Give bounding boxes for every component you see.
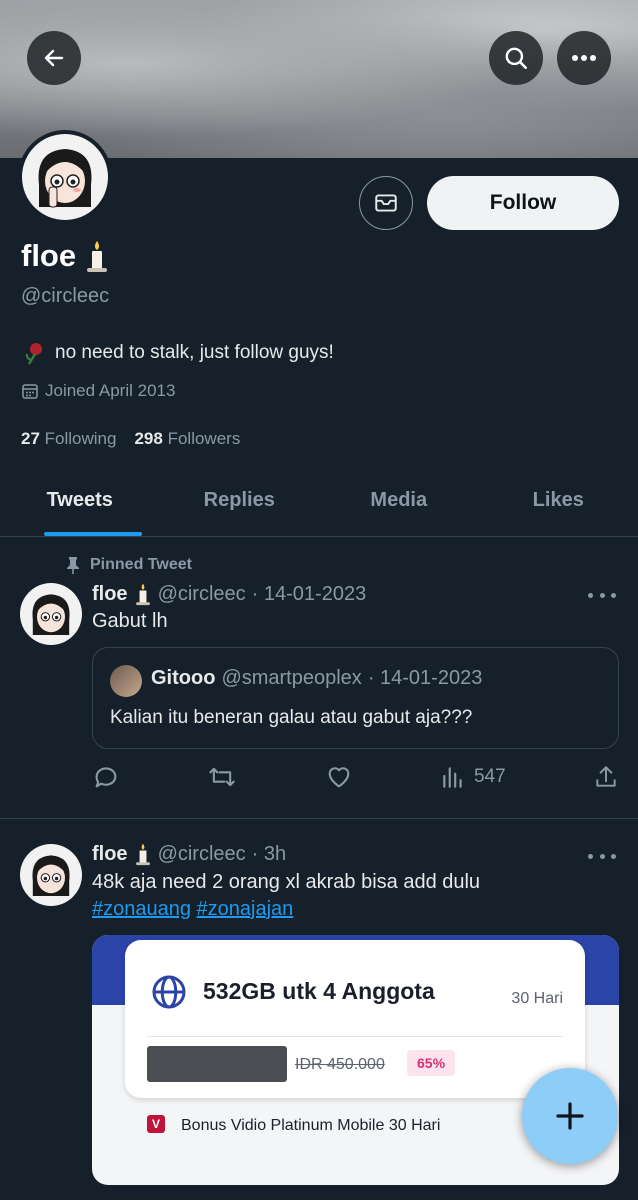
tweet-header: floe @circleec · 3h (92, 842, 286, 866)
envelope-icon (375, 194, 397, 212)
bonus-text: Bonus Vidio Platinum Mobile 30 Hari (181, 1117, 441, 1134)
more-icon (572, 55, 596, 61)
views-button[interactable]: 547 (440, 764, 506, 790)
tab-tweets[interactable]: Tweets (0, 465, 160, 536)
tweet-author-name[interactable]: floe (92, 583, 128, 606)
quoted-tweet[interactable]: Gitooo @smartpeoplex · 14-01-2023 Kalian… (92, 647, 619, 749)
tab-likes[interactable]: Likes (479, 465, 638, 536)
search-button[interactable] (489, 31, 543, 85)
tweet-avatar[interactable] (20, 844, 82, 906)
profile-banner[interactable] (0, 0, 638, 158)
tab-media[interactable]: Media (319, 465, 479, 536)
followers-label: Followers (167, 429, 241, 448)
discount-badge: 65% (407, 1050, 456, 1076)
tweet-more-button[interactable] (588, 846, 616, 866)
joined-text: Joined April 2013 (45, 381, 176, 400)
tweet-more-button[interactable] (588, 585, 616, 605)
avatar-illustration (32, 855, 70, 896)
tweet-text: Gabut lh (92, 610, 168, 632)
retweet-button[interactable] (207, 763, 237, 791)
redacted-price (147, 1046, 287, 1082)
followers-link[interactable]: 298 Followers (134, 429, 240, 449)
retweet-icon (209, 767, 236, 787)
tweet-actions: 547 (92, 759, 619, 795)
following-link[interactable]: 27 Following (21, 429, 116, 449)
like-button[interactable] (325, 763, 353, 791)
globe-icon (152, 975, 186, 1009)
followers-count: 298 (134, 429, 163, 448)
joined-date: Joined April 2013 (21, 381, 175, 401)
plus-icon (556, 1102, 584, 1130)
rose-icon (25, 343, 42, 365)
message-button[interactable] (359, 176, 413, 230)
share-icon (596, 766, 616, 787)
candle-icon (135, 843, 150, 866)
reply-button[interactable] (92, 763, 120, 791)
quoted-header: Gitooo @smartpeoplex · 14-01-2023 (151, 667, 482, 690)
package-duration: 30 Hari (511, 990, 563, 1007)
back-arrow-icon (44, 49, 64, 67)
views-icon (443, 767, 462, 788)
candle-icon (87, 241, 108, 272)
bio-text: no need to stalk, just follow guys! (55, 342, 334, 363)
tweet-time: · 3h (251, 842, 287, 865)
hashtag-link[interactable]: #zonauang (92, 898, 191, 920)
heart-icon (328, 767, 350, 788)
follow-button[interactable]: Follow (427, 176, 619, 230)
tweet-date: · 14-01-2023 (251, 582, 367, 605)
tweet-header: floe @circleec · 14-01-2023 (92, 582, 366, 606)
tweet-author-name[interactable]: floe (92, 843, 128, 866)
candle-icon (135, 583, 150, 606)
tweet-avatar[interactable] (20, 583, 82, 645)
avatar-illustration (38, 149, 92, 208)
profile-handle: @circleec (21, 285, 110, 307)
pinned-tweet[interactable]: Pinned Tweet floe @circleec · 14-01-2023… (0, 537, 638, 819)
tweet-text: 48k aja need 2 orang xl akrab bisa add d… (92, 869, 480, 923)
pinned-label: Pinned Tweet (90, 556, 192, 573)
profile-name: floe (21, 238, 77, 273)
calendar-icon (22, 384, 38, 399)
following-label: Following (44, 429, 117, 448)
profile-avatar[interactable] (18, 130, 112, 224)
hashtag-link[interactable]: #zonajajan (197, 898, 294, 920)
compose-tweet-button[interactable] (522, 1068, 618, 1164)
old-price: IDR 450.000 (295, 1056, 385, 1073)
tab-replies[interactable]: Replies (160, 465, 320, 536)
quoted-avatar (110, 665, 142, 697)
vidio-logo-icon: V (147, 1115, 165, 1133)
profile-tabs: Tweets Replies Media Likes (0, 465, 638, 537)
profile-bio: no need to stalk, just follow guys! (21, 340, 334, 366)
back-button[interactable] (27, 31, 81, 85)
search-icon (505, 47, 528, 70)
tweet-author-handle[interactable]: @circleec (158, 583, 246, 606)
quoted-text: Kalian itu beneran galau atau gabut aja?… (110, 707, 473, 728)
more-button[interactable] (557, 31, 611, 85)
quoted-author-name: Gitooo (151, 667, 216, 689)
profile-name-row: floe (21, 238, 110, 274)
tweet-text-line: 48k aja need 2 orang xl akrab bisa add d… (92, 871, 481, 893)
share-button[interactable] (593, 764, 619, 790)
quoted-date: · 14-01-2023 (367, 667, 483, 689)
quoted-author-handle: @smartpeoplex (221, 667, 362, 689)
following-count: 27 (21, 429, 40, 448)
follow-stats: 27 Following 298 Followers (21, 429, 240, 449)
pinned-indicator: Pinned Tweet (66, 556, 192, 574)
package-title: 532GB utk 4 Anggota (203, 978, 435, 1004)
reply-icon (95, 767, 117, 788)
views-count: 547 (473, 766, 506, 787)
package-card: 532GB utk 4 Anggota 30 Hari IDR 450.000 … (125, 940, 585, 1098)
pin-icon (67, 557, 79, 574)
avatar-illustration (32, 594, 70, 635)
tweet-author-handle[interactable]: @circleec (158, 843, 246, 866)
